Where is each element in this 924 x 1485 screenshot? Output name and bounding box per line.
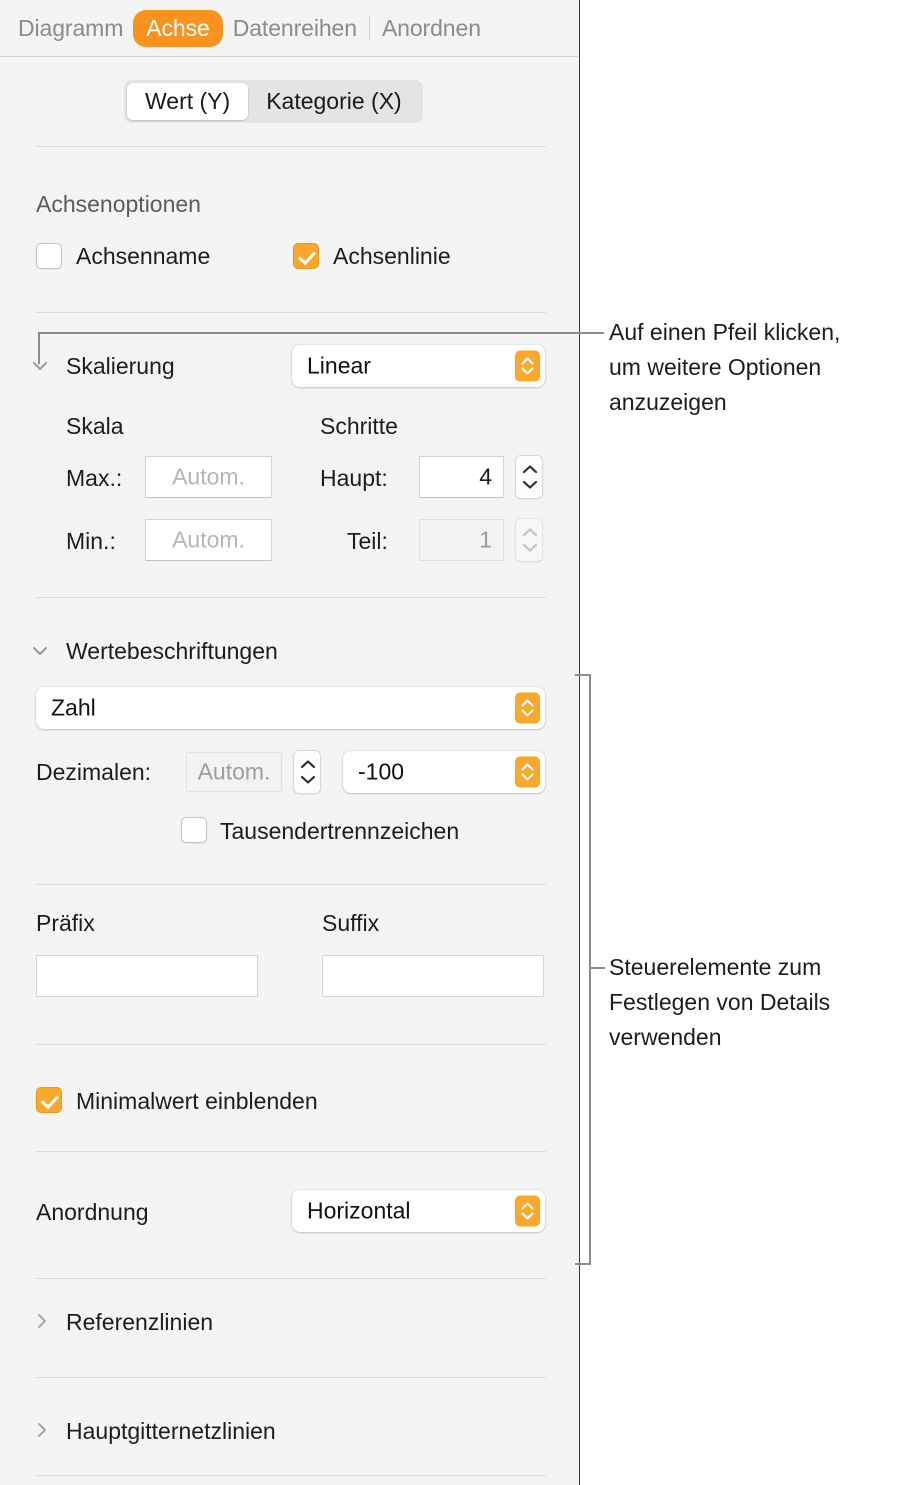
separator-8 [36, 1377, 546, 1378]
inspector-tab-bar: Diagramm Achse Datenreihen Anordnen [0, 0, 578, 57]
label-format-value: Zahl [51, 694, 96, 721]
max-placeholder: Autom. [172, 463, 245, 490]
separator-3 [36, 597, 546, 598]
major-steps-stepper[interactable] [515, 455, 543, 499]
skalierung-heading: Skalierung [66, 353, 175, 379]
chevron-right-icon-hauptgitternetzlinien[interactable] [32, 1420, 52, 1440]
prefix-input[interactable] [36, 955, 258, 997]
decimals-stepper[interactable] [293, 750, 321, 794]
label-min: Min.: [66, 528, 116, 554]
referenzlinien-heading[interactable]: Referenzlinien [66, 1309, 213, 1336]
callout-bracket-bottom-tick-2 [575, 1263, 591, 1265]
separator-6 [36, 1151, 546, 1152]
achsenoptionen-heading: Achsenoptionen [36, 191, 201, 217]
separator-4 [36, 884, 546, 885]
format-inspector-panel: Diagramm Achse Datenreihen Anordnen Wert… [0, 0, 580, 1485]
suffix-input[interactable] [322, 955, 544, 997]
wertebeschriftungen-heading: Wertebeschriftungen [66, 638, 278, 664]
segment-wert-y[interactable]: Wert (Y) [127, 83, 249, 120]
major-steps-input[interactable]: 4 [419, 456, 504, 498]
checkbox-minimalwert-einblenden[interactable] [36, 1087, 62, 1113]
decimals-placeholder: Autom. [197, 758, 271, 785]
negative-style-value: -100 [358, 758, 405, 785]
schritte-group-label: Schritte [320, 413, 398, 439]
separator-1 [36, 146, 546, 147]
separator-2 [36, 312, 546, 313]
minor-steps-input: 1 [419, 519, 504, 561]
tab-diagramm[interactable]: Diagramm [8, 11, 133, 46]
segment-kategorie-x[interactable]: Kategorie (X) [248, 83, 420, 120]
label-dezimalen: Dezimalen: [36, 759, 152, 785]
label-tausendertrennzeichen: Tausendertrennzeichen [220, 818, 460, 844]
label-anordnung: Anordnung [36, 1199, 149, 1225]
orientation-value: Horizontal [307, 1197, 411, 1224]
checkbox-achsenlinie[interactable] [293, 243, 319, 269]
separator-9 [36, 1475, 546, 1476]
chevron-up-down-icon-orientation [515, 1195, 540, 1227]
label-achsenname: Achsenname [76, 243, 211, 269]
max-input[interactable]: Autom. [145, 456, 272, 498]
minor-steps-value: 1 [479, 526, 492, 553]
separator-7 [36, 1278, 546, 1279]
label-suffix: Suffix [322, 910, 380, 936]
separator-5 [36, 1044, 546, 1045]
chevron-right-icon-referenzlinien[interactable] [32, 1311, 52, 1331]
decimals-input[interactable]: Autom. [186, 752, 282, 792]
axis-segmented-control: Wert (Y) Kategorie (X) [124, 80, 423, 123]
chevron-up-down-icon-negative [515, 756, 540, 788]
tab-divider [368, 15, 370, 41]
minor-steps-stepper [515, 518, 543, 562]
checkbox-achsenname[interactable] [36, 243, 62, 269]
callout-bracket-top-tick-2 [575, 674, 591, 676]
tab-datenreihen[interactable]: Datenreihen [223, 11, 367, 46]
min-placeholder: Autom. [172, 526, 245, 553]
tab-anordnen[interactable]: Anordnen [372, 11, 491, 46]
chevron-up-down-icon-scaling [515, 350, 540, 382]
checkbox-tausendertrennzeichen[interactable] [181, 817, 207, 843]
chevron-up-down-icon-format [515, 692, 540, 724]
callout-arrow-hint: Auf einen Pfeil klicken, um weitere Opti… [609, 319, 841, 415]
skala-group-label: Skala [66, 413, 124, 439]
orientation-select[interactable]: Horizontal [292, 1190, 545, 1232]
label-achsenlinie: Achsenlinie [333, 243, 451, 269]
chevron-down-icon-skalierung[interactable] [30, 356, 50, 376]
label-teil: Teil: [347, 528, 388, 554]
min-input[interactable]: Autom. [145, 519, 272, 561]
callout-leader-horizontal-1 [38, 332, 586, 334]
label-format-select[interactable]: Zahl [36, 687, 545, 729]
label-praefix: Präfix [36, 910, 95, 936]
tab-achse[interactable]: Achse [133, 9, 223, 47]
negative-style-select[interactable]: -100 [343, 751, 545, 793]
chevron-down-icon-wertebeschriftungen[interactable] [30, 641, 50, 661]
callout-bracket-vertical-2 [589, 674, 591, 1265]
scaling-mode-value: Linear [307, 352, 371, 379]
callout-leader-vertical-1 [38, 332, 40, 364]
hauptgitternetzlinien-heading[interactable]: Hauptgitternetzlinien [66, 1418, 276, 1445]
callout-bracket-pointer-tick-2 [589, 967, 605, 969]
scaling-mode-select[interactable]: Linear [292, 345, 545, 387]
label-haupt: Haupt: [320, 465, 388, 491]
major-steps-value: 4 [479, 463, 492, 490]
label-minimalwert-einblenden: Minimalwert einblenden [76, 1088, 318, 1114]
callout-leader-tick-1 [586, 332, 604, 334]
label-max: Max.: [66, 465, 123, 491]
callout-controls-hint: Steuerelemente zum Festlegen von Details… [609, 954, 831, 1050]
